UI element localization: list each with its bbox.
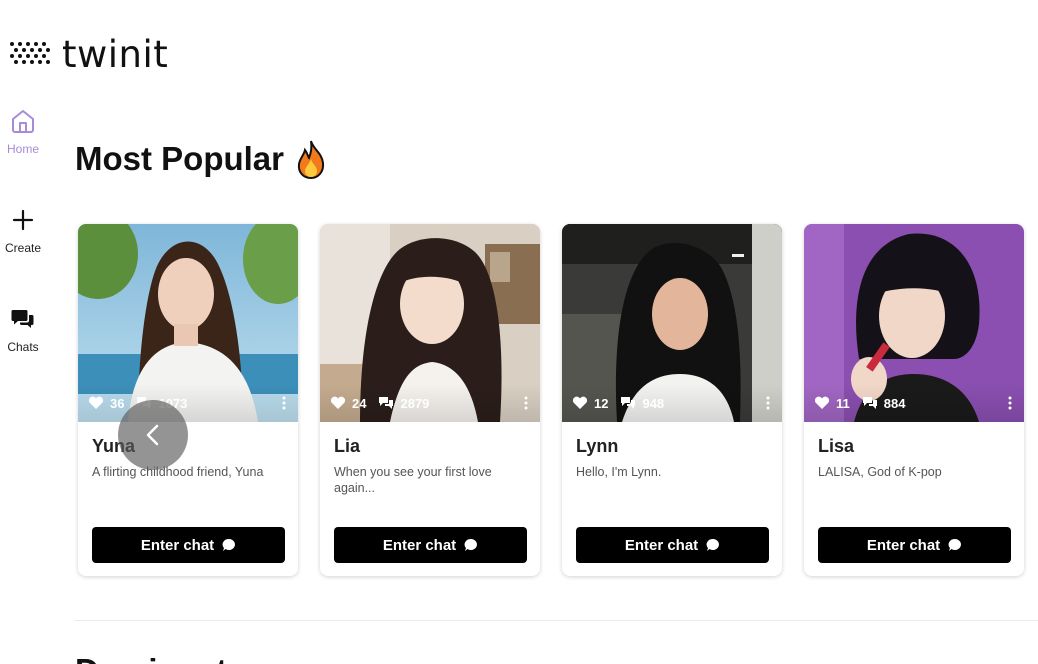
character-card[interactable]: 24 2879 Lia When you see your first love…: [320, 224, 540, 576]
character-description: A flirting childhood friend, Yuna: [92, 465, 264, 479]
speech-bubble-icon: [948, 538, 962, 551]
nav-label-home: Home: [6, 142, 39, 156]
character-photo[interactable]: 36 1073: [78, 224, 298, 422]
chats-count: 2879: [400, 395, 430, 411]
likes-count: 11: [836, 395, 850, 411]
card-stats: 12 948: [562, 384, 782, 422]
chat-count-icon: [379, 397, 394, 409]
character-description: Hello, I'm Lynn.: [576, 465, 662, 479]
more-options-icon[interactable]: [1008, 396, 1012, 410]
nav-label-create: Create: [4, 241, 42, 255]
enter-chat-button[interactable]: Enter chat: [818, 527, 1011, 563]
section-title-next: Dominant: [75, 652, 227, 664]
enter-chat-button[interactable]: Enter chat: [334, 527, 527, 563]
enter-chat-label: Enter chat: [866, 536, 941, 554]
brand-logo[interactable]: twinit: [8, 32, 168, 76]
enter-chat-label: Enter chat: [140, 536, 215, 554]
heart-icon: [330, 396, 346, 409]
character-name: Lia: [334, 436, 361, 456]
character-description: LALISA, God of K-pop: [818, 465, 942, 479]
logo-dots-icon: [10, 42, 50, 64]
character-photo[interactable]: 12 948: [562, 224, 782, 422]
speech-bubble-icon: [222, 538, 236, 551]
character-photo[interactable]: 11 884: [804, 224, 1024, 422]
speech-bubble-icon: [464, 538, 478, 551]
enter-chat-label: Enter chat: [382, 536, 457, 554]
home-icon: [10, 108, 36, 134]
likes-count: 36: [110, 395, 125, 411]
likes-count: 12: [594, 395, 609, 411]
chat-count-icon: [621, 397, 636, 409]
plus-icon: [10, 207, 36, 233]
chat-count-icon: [862, 397, 877, 409]
enter-chat-button[interactable]: Enter chat: [92, 527, 285, 563]
nav-label-chats: Chats: [7, 340, 39, 354]
character-card[interactable]: 36 1073 Yuna A flirting childhood friend…: [78, 224, 298, 576]
fire-icon: [297, 140, 325, 179]
character-name: Lisa: [818, 436, 855, 456]
speech-bubble-icon: [706, 538, 720, 551]
section-divider: [74, 620, 1038, 621]
chats-count: 948: [642, 395, 665, 411]
card-stats: 24 2879: [320, 384, 540, 422]
more-options-icon[interactable]: [282, 396, 286, 410]
nav-item-chats[interactable]: Chats: [0, 306, 46, 354]
character-card[interactable]: 12 948 Lynn Hello, I'm Lynn. Enter chat: [562, 224, 782, 576]
character-name: Lynn: [576, 436, 619, 456]
heart-icon: [88, 396, 104, 409]
character-description: When you see your first love again...: [334, 465, 492, 495]
heart-icon: [572, 396, 588, 409]
heart-icon: [814, 396, 830, 409]
likes-count: 24: [352, 395, 367, 411]
nav-item-home[interactable]: Home: [0, 108, 46, 156]
enter-chat-label: Enter chat: [624, 536, 699, 554]
carousel-prev-button[interactable]: [118, 400, 188, 470]
card-stats: 11 884: [804, 384, 1024, 422]
more-options-icon[interactable]: [766, 396, 770, 410]
nav-item-create[interactable]: Create: [0, 207, 46, 255]
character-card[interactable]: 11 884 Lisa LALISA, God of K-pop Enter c…: [804, 224, 1024, 576]
chevron-left-icon: [146, 424, 159, 446]
character-photo[interactable]: 24 2879: [320, 224, 540, 422]
more-options-icon[interactable]: [524, 396, 528, 410]
section-title-most-popular: Most Popular: [75, 139, 328, 179]
chats-count: 884: [883, 395, 906, 411]
brand-name: twinit: [62, 32, 169, 76]
card-stats: 36 1073: [78, 384, 298, 422]
chat-bubbles-icon: [10, 306, 36, 332]
enter-chat-button[interactable]: Enter chat: [576, 527, 769, 563]
section-title-text: Most Popular: [75, 140, 285, 177]
